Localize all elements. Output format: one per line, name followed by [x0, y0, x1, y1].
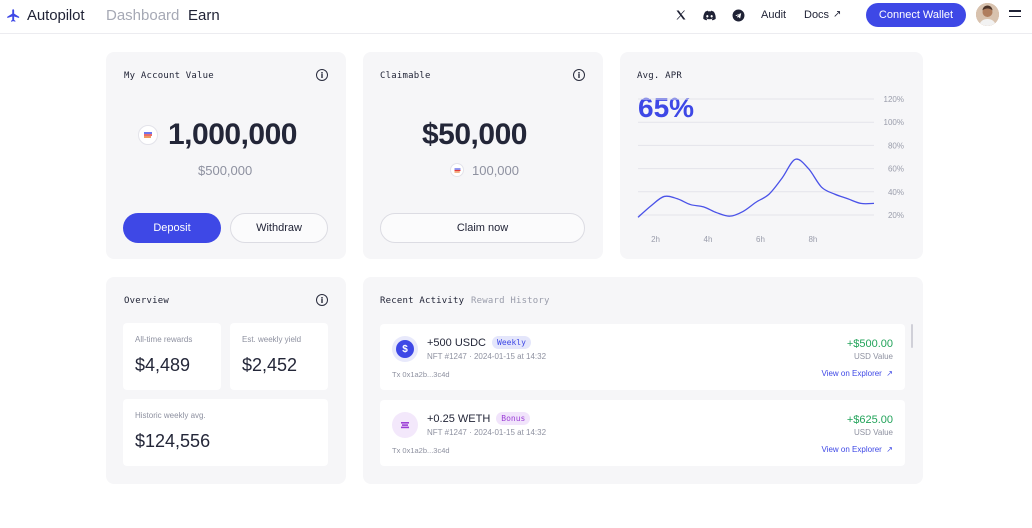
claimable-value: $50,000 — [422, 118, 527, 151]
claimable-card: Claimable i $50,000 100,000 Claim now — [363, 52, 603, 259]
avatar[interactable] — [976, 3, 999, 26]
card-title: Overview — [124, 296, 169, 306]
activity-usd-label: USD Value — [854, 428, 893, 437]
activity-meta: NFT #1247 · 2024-01-15 at 14:32 — [427, 428, 547, 437]
external-arrow-icon: ↗ — [886, 369, 893, 378]
x-tick-label: 6h — [756, 235, 765, 244]
tab-reward-history[interactable]: Reward History — [471, 296, 550, 306]
airplane-icon — [7, 9, 20, 22]
external-arrow-icon: ↗ — [886, 445, 893, 454]
stat-value: $124,556 — [135, 431, 211, 451]
claim-now-button[interactable]: Claim now — [380, 213, 585, 243]
x-tick-label: 4h — [704, 235, 713, 244]
stat-value: $2,452 — [242, 355, 298, 375]
activity-title: +0.25 WETH Bonus — [427, 412, 531, 425]
y-tick-label: 120% — [884, 95, 904, 104]
activity-usd-label: USD Value — [854, 352, 893, 361]
overview-card: Overview i All-time rewards $4,489 Est. … — [106, 277, 346, 484]
apr-line-chart: 120% 100% 80% 60% 40% 20% 2h 4h 6h 8h — [637, 95, 904, 244]
badge-bonus: Bonus — [496, 412, 531, 425]
account-usd-value: $500,000 — [198, 163, 253, 178]
top-header: Autopilot Dashboard Earn Audit Docs ↗ Co… — [0, 0, 1032, 34]
y-tick-label: 40% — [888, 188, 904, 197]
nav-dashboard[interactable]: Dashboard — [106, 7, 179, 24]
audit-link[interactable]: Audit — [761, 9, 786, 21]
logo[interactable]: Autopilot — [6, 7, 85, 24]
activity-item[interactable]: $ +500 USDC Weekly NFT #1247 · 2024-01-1… — [380, 324, 905, 390]
docs-link[interactable]: Docs — [804, 9, 829, 21]
activity-scrollbar[interactable] — [911, 324, 913, 348]
discord-icon[interactable] — [702, 8, 716, 22]
activity-usd-amount: +$625.00 — [846, 414, 893, 426]
logo-text: Autopilot — [27, 7, 85, 24]
info-icon[interactable]: i — [573, 69, 585, 81]
telegram-icon[interactable] — [731, 8, 745, 22]
card-title: My Account Value — [124, 71, 214, 81]
deposit-button[interactable]: Deposit — [123, 213, 221, 243]
x-tick-label: 8h — [808, 235, 817, 244]
y-tick-label: 80% — [888, 141, 904, 150]
stat-est-weekly-yield: Est. weekly yield $2,452 — [230, 323, 328, 390]
activity-usd-amount: +$500.00 — [846, 338, 893, 350]
activity-amount-text: +0.25 WETH — [427, 412, 491, 425]
badge-weekly: Weekly — [492, 336, 531, 349]
stat-label: All-time rewards — [135, 335, 193, 344]
activity-title: +500 USDC Weekly — [427, 336, 531, 349]
y-tick-label: 20% — [888, 211, 904, 220]
activity-meta: NFT #1247 · 2024-01-15 at 14:32 — [427, 352, 547, 361]
stat-value: $4,489 — [135, 355, 191, 375]
stat-historic-weekly-avg: Historic weekly avg. $124,556 — [123, 399, 328, 466]
hamburger-menu-icon[interactable] — [1009, 10, 1021, 21]
connect-wallet-button[interactable]: Connect Wallet — [866, 3, 966, 27]
token-logo-icon — [450, 163, 464, 177]
activity-amount-text: +500 USDC — [427, 336, 487, 349]
view-on-explorer-link[interactable]: View on Explorer ↗ — [822, 445, 893, 454]
usdc-icon: $ — [392, 336, 418, 362]
info-icon[interactable]: i — [316, 294, 328, 306]
tab-recent-activity[interactable]: Recent Activity — [380, 296, 464, 306]
claimable-token-amount: 100,000 — [472, 163, 519, 178]
info-icon[interactable]: i — [316, 69, 328, 81]
activity-item[interactable]: +0.25 WETH Bonus NFT #1247 · 2024-01-15 … — [380, 400, 905, 466]
nav-earn[interactable]: Earn — [188, 7, 220, 24]
account-value-card: My Account Value i 1,000,000 $500,000 De… — [106, 52, 346, 259]
external-arrow-icon: ↗ — [833, 9, 842, 20]
stat-all-time-rewards: All-time rewards $4,489 — [123, 323, 221, 390]
weth-icon — [392, 412, 418, 438]
y-tick-label: 100% — [884, 118, 904, 127]
activity-tx: Tx 0x1a2b...3c4d — [392, 370, 450, 379]
account-value: 1,000,000 — [168, 118, 297, 151]
x-twitter-icon[interactable] — [674, 8, 688, 22]
apr-series-line — [637, 158, 875, 218]
y-tick-label: 60% — [888, 165, 904, 174]
activity-tx: Tx 0x1a2b...3c4d — [392, 446, 450, 455]
view-on-explorer-link[interactable]: View on Explorer ↗ — [822, 369, 893, 378]
token-logo-icon — [138, 125, 158, 145]
withdraw-button[interactable]: Withdraw — [230, 213, 328, 243]
x-tick-label: 2h — [651, 235, 660, 244]
stat-label: Est. weekly yield — [242, 335, 302, 344]
card-title: Claimable — [380, 71, 431, 81]
stat-label: Historic weekly avg. — [135, 411, 206, 420]
